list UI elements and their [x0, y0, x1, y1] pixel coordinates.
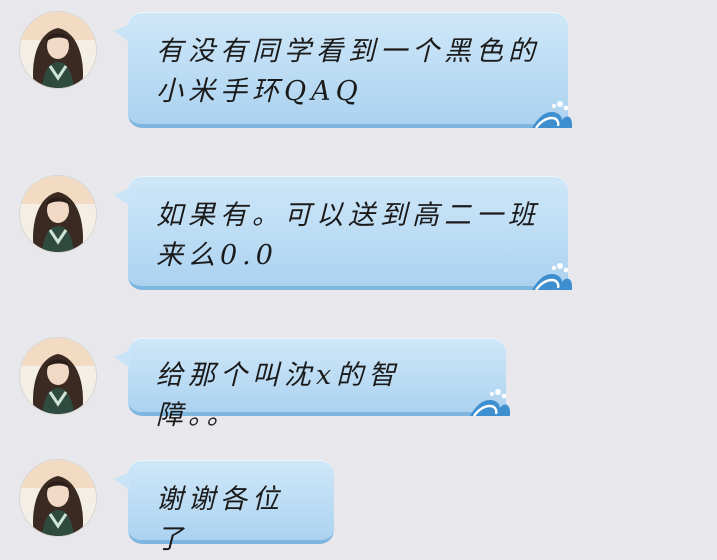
message-text: 有没有同学看到一个黑色的小米手环QAQ — [156, 36, 540, 107]
bubble-tail — [114, 472, 130, 490]
message-text: 谢谢各位了 — [156, 484, 284, 555]
wave-icon — [470, 389, 510, 417]
wave-icon — [532, 101, 572, 129]
chat-conversation: 有没有同学看到一个黑色的小米手环QAQ 如果有。可以送到高二一班来么0.0 给那… — [0, 0, 717, 555]
message-bubble[interactable]: 给那个叫沈x的智障。。 — [114, 338, 510, 431]
avatar[interactable] — [20, 12, 96, 88]
avatar[interactable] — [20, 338, 96, 414]
bubble-tail — [114, 350, 130, 368]
message-text: 如果有。可以送到高二一班来么0.0 — [156, 200, 540, 271]
bubble-tail — [114, 188, 130, 206]
message-bubble[interactable]: 谢谢各位了 — [114, 460, 334, 555]
bubble-tail — [114, 24, 130, 42]
message-bubble[interactable]: 有没有同学看到一个黑色的小米手环QAQ — [114, 12, 572, 129]
avatar-illustration-icon — [20, 12, 96, 88]
message-text: 给那个叫沈x的智障。。 — [156, 360, 401, 431]
avatar-illustration-icon — [20, 460, 96, 536]
avatar[interactable] — [20, 460, 96, 536]
avatar-illustration-icon — [20, 338, 96, 414]
message-bubble[interactable]: 如果有。可以送到高二一班来么0.0 — [114, 176, 572, 291]
wave-icon — [532, 263, 572, 291]
avatar[interactable] — [20, 176, 96, 252]
avatar-illustration-icon — [20, 176, 96, 252]
